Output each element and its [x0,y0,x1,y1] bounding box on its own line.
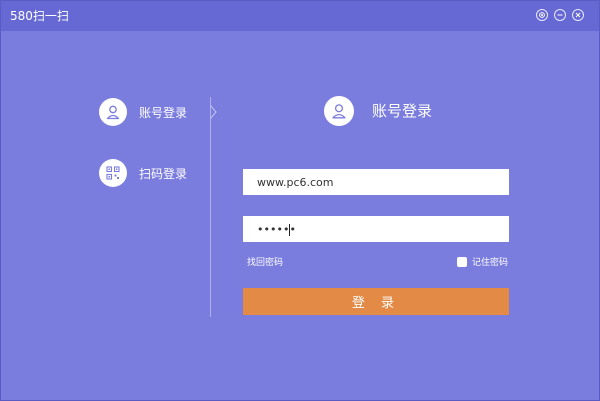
qr-code-icon [106,166,120,180]
nav-divider [210,97,211,317]
nav-item-qr-login[interactable]: 扫码登录 [99,159,199,189]
login-header-avatar [324,96,354,126]
username-input[interactable] [243,169,509,195]
title-bar[interactable]: 580扫一扫 [1,1,599,31]
nav-label-account-login: 账号登录 [139,106,188,120]
settings-icon [539,12,545,18]
password-input[interactable] [243,216,509,242]
minimize-icon [557,14,563,16]
user-icon [106,105,120,120]
nav-icon-badge [99,98,127,126]
close-button[interactable] [572,9,584,21]
forgot-password-link[interactable]: 找回密码 [247,257,283,269]
minimize-button[interactable] [554,9,566,21]
remember-password-label: 记住密码 [472,258,509,268]
window-title: 580扫一扫 [10,9,69,23]
text-cursor [289,224,290,236]
close-icon [575,12,581,18]
login-button[interactable]: 登 录 [243,288,509,315]
remember-password-checkbox[interactable] [457,257,467,267]
nav-label-qr-login: 扫码登录 [139,167,188,181]
user-icon [332,104,346,119]
login-title: 账号登录 [372,102,433,120]
settings-button[interactable] [536,9,548,21]
nav-icon-badge [99,159,127,187]
active-indicator-arrow [210,105,217,119]
nav-item-account-login[interactable]: 账号登录 [99,98,199,128]
login-window: 580扫一扫 账号登录 扫码登录 账号登录 www.pc6.com ••••••… [0,0,600,401]
